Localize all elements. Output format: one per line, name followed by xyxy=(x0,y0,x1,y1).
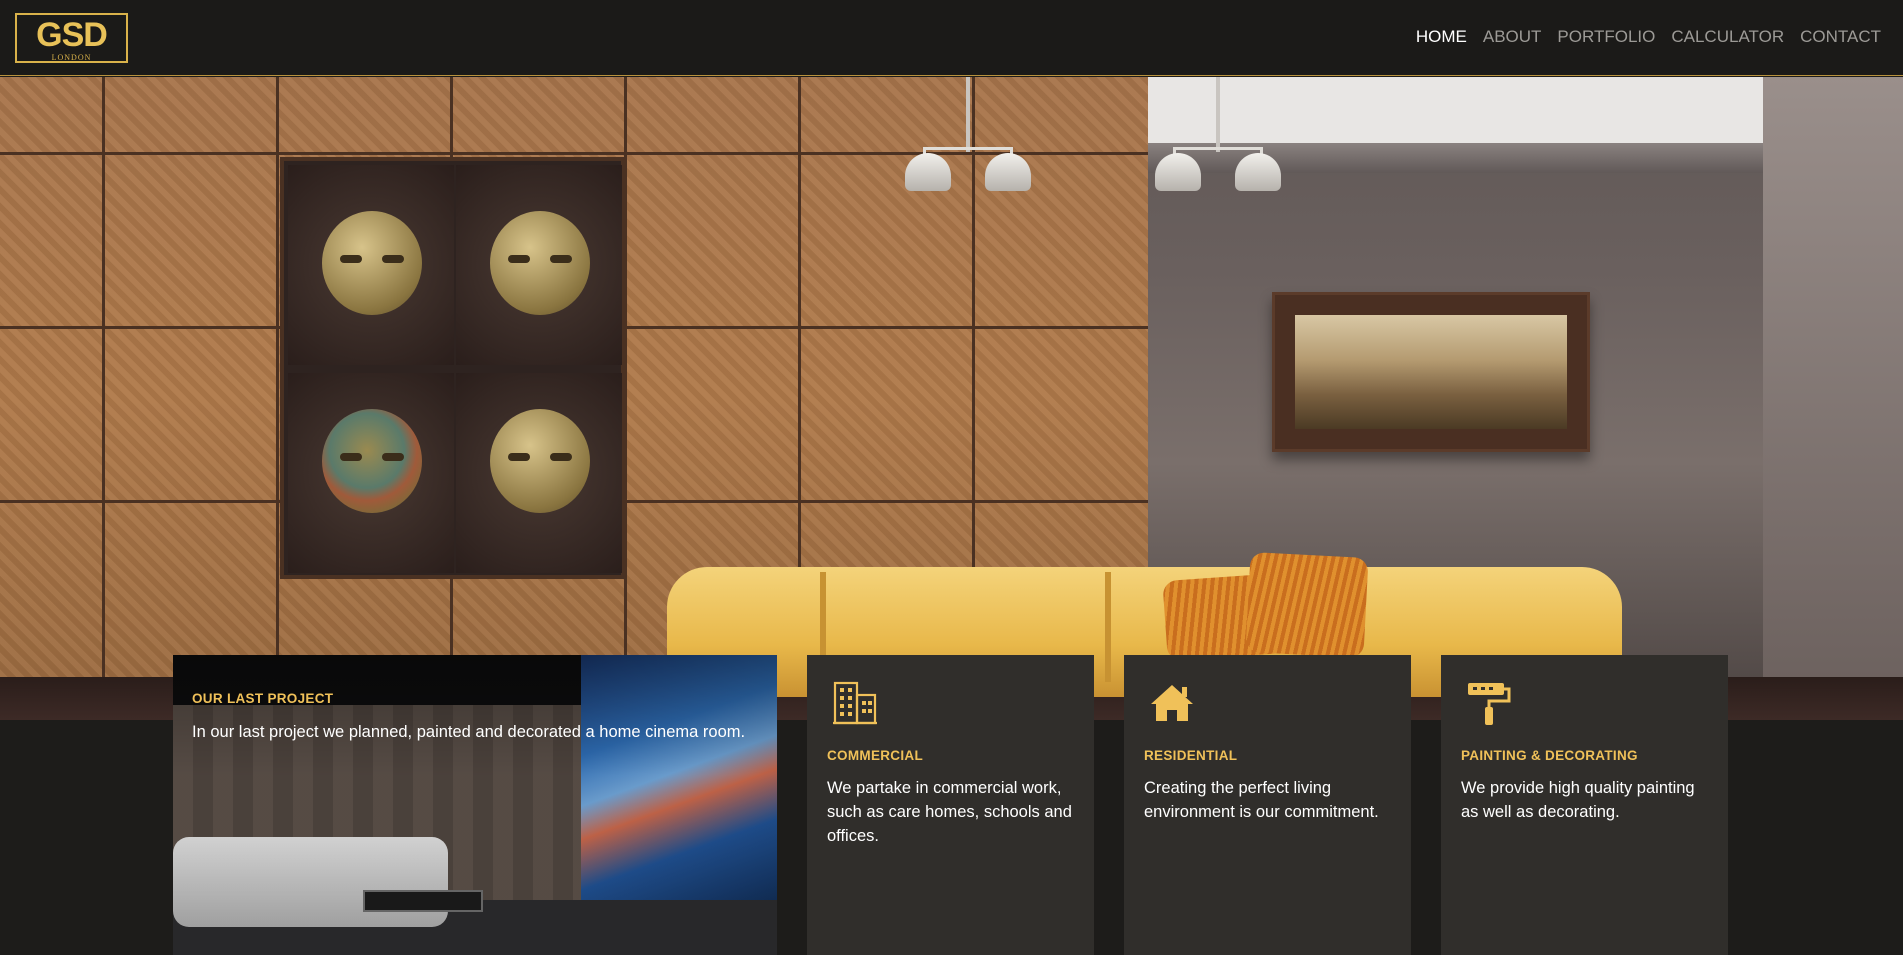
service-card-painting-decorating[interactable]: PAINTING & DECORATING We provide high qu… xyxy=(1441,655,1728,955)
nav-link-contact[interactable]: CONTACT xyxy=(1800,27,1881,47)
project-description: In our last project we planned, painted … xyxy=(192,723,746,741)
framed-picture xyxy=(1272,292,1590,452)
pendant-lamp xyxy=(903,77,1033,207)
nav-link-portfolio[interactable]: PORTFOLIO xyxy=(1557,27,1655,47)
service-card-residential[interactable]: RESIDENTIAL Creating the perfect living … xyxy=(1124,655,1411,955)
main-nav: HOME ABOUT PORTFOLIO CALCULATOR CONTACT xyxy=(1416,27,1881,47)
paint-roller-icon xyxy=(1468,683,1511,725)
service-title: COMMERCIAL xyxy=(827,748,923,763)
last-project-card[interactable]: OUR LAST PROJECT In our last project we … xyxy=(173,655,777,955)
house-icon xyxy=(1151,685,1193,721)
nav-link-calculator[interactable]: CALCULATOR xyxy=(1671,27,1784,47)
building-icon xyxy=(833,681,877,725)
service-title: RESIDENTIAL xyxy=(1144,748,1238,763)
logo-text: GSD xyxy=(36,16,108,54)
mask-decoration xyxy=(490,409,590,513)
hero-image xyxy=(0,77,1903,720)
panel-seam xyxy=(102,77,105,677)
mask-decoration xyxy=(322,409,422,513)
panel-seam xyxy=(276,77,279,677)
mask-decoration xyxy=(490,211,590,315)
service-description: Creating the perfect living environment … xyxy=(1144,779,1379,821)
site-logo[interactable]: GSD LONDON xyxy=(15,13,128,63)
cushion xyxy=(1245,551,1369,659)
nav-link-about[interactable]: ABOUT xyxy=(1483,27,1542,47)
service-title: PAINTING & DECORATING xyxy=(1461,748,1638,763)
pendant-lamp xyxy=(1153,77,1283,207)
logo-subtext: LONDON xyxy=(51,53,92,62)
service-card-commercial[interactable]: COMMERCIAL We partake in commercial work… xyxy=(807,655,1094,955)
side-wall xyxy=(1763,77,1903,720)
mask-decoration xyxy=(322,211,422,315)
navbar: GSD LONDON HOME ABOUT PORTFOLIO CALCULAT… xyxy=(0,0,1903,76)
service-description: We partake in commercial work, such as c… xyxy=(827,779,1072,845)
project-heading: OUR LAST PROJECT xyxy=(192,691,334,706)
service-description: We provide high quality painting as well… xyxy=(1461,779,1695,821)
mask-niche xyxy=(280,157,625,579)
nav-link-home[interactable]: HOME xyxy=(1416,27,1467,47)
